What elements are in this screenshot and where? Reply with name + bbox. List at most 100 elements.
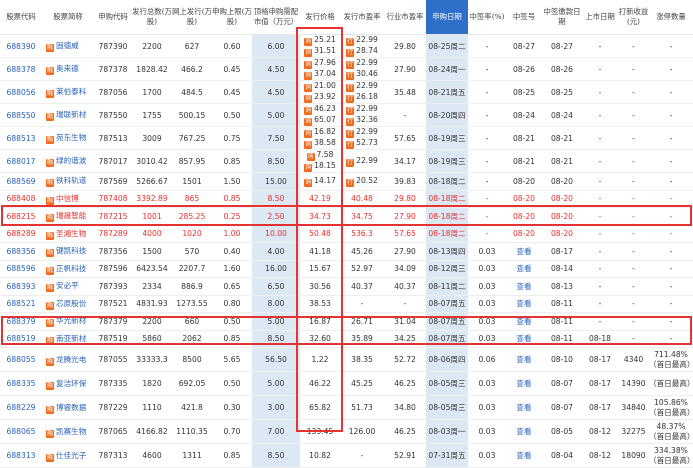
stock-code[interactable]: 688379 bbox=[0, 312, 42, 331]
winning-number[interactable]: 查看 bbox=[506, 260, 542, 278]
winning-number[interactable]: 查看 bbox=[506, 371, 542, 396]
header-cell[interactable]: 申购代码 bbox=[94, 0, 132, 35]
stock-code[interactable]: 688408 bbox=[0, 190, 42, 208]
header-cell[interactable]: 涨停数量 bbox=[649, 0, 693, 35]
header-cell[interactable]: 中签率(%) bbox=[468, 0, 506, 35]
header-cell[interactable]: 中签缴款日期 bbox=[542, 0, 582, 35]
stock-name[interactable]: 融铁科轨道 bbox=[42, 172, 94, 191]
winning-number[interactable]: 查看 bbox=[506, 277, 542, 296]
stock-name[interactable]: 融复洁环保 bbox=[42, 371, 94, 396]
header-cell[interactable]: 发行总数(万股) bbox=[132, 0, 172, 35]
stock-name-text[interactable]: 莱伯泰科 bbox=[56, 87, 86, 96]
table-row[interactable]: 688379 融华光新材 787379 2200 660 0.50 5.00 16.87 26.… bbox=[0, 312, 693, 331]
stock-name-text[interactable]: 仕佳光子 bbox=[56, 451, 86, 460]
table-row[interactable]: 688519 融南亚新材 787519 5860 2062 0.85 8.50 32.60 35… bbox=[0, 330, 693, 348]
winning-number[interactable]: 查看 bbox=[506, 312, 542, 331]
table-row[interactable]: 688521 融芯原股份 787521 4831.93 1273.55 0.80 8.00 3… bbox=[0, 295, 693, 313]
winning-number[interactable]: 查看 bbox=[506, 242, 542, 261]
stock-code[interactable]: 688550 bbox=[0, 103, 42, 127]
table-row[interactable]: 688408 融中信博 787408 3392.89 865 0.85 8.50 42.19 4… bbox=[0, 190, 693, 208]
header-cell[interactable]: 股票代码 bbox=[0, 0, 42, 35]
stock-name-text[interactable]: 安必平 bbox=[56, 281, 79, 290]
stock-code[interactable]: 688569 bbox=[0, 172, 42, 191]
stock-code[interactable]: 688390 bbox=[0, 34, 42, 58]
stock-name-text[interactable]: 苑东生物 bbox=[56, 133, 86, 142]
stock-name-text[interactable]: 固德威 bbox=[56, 41, 79, 50]
header-cell-sorted[interactable]: 申购日期 bbox=[426, 0, 468, 35]
stock-name-text[interactable]: 复洁环保 bbox=[56, 379, 86, 388]
stock-code[interactable]: 688335 bbox=[0, 371, 42, 396]
stock-name[interactable]: 融奥来德 bbox=[42, 57, 94, 81]
table-row[interactable]: 688335 融复洁环保 787335 1820 692.05 0.50 5.00 46.22… bbox=[0, 371, 693, 396]
stock-name-text[interactable]: 南亚新材 bbox=[56, 334, 86, 343]
stock-name[interactable]: 融龙腾光电 bbox=[42, 347, 94, 372]
stock-code[interactable]: 688215 bbox=[0, 207, 42, 226]
header-cell[interactable]: 中签号 bbox=[506, 0, 542, 35]
stock-code[interactable]: 688056 bbox=[0, 80, 42, 104]
stock-code[interactable]: 688519 bbox=[0, 330, 42, 348]
header-cell[interactable]: 行业市盈率 bbox=[384, 0, 426, 35]
stock-name-text[interactable]: 瑞联新材 bbox=[56, 110, 86, 119]
stock-name[interactable]: 融仕佳光子 bbox=[42, 443, 94, 468]
stock-name[interactable]: 融中信博 bbox=[42, 190, 94, 208]
table-row[interactable]: 688289 融圣湘生物 787289 4000 1020 1.00 10.00 50.48 5… bbox=[0, 225, 693, 243]
stock-name[interactable]: 融正帆科技 bbox=[42, 260, 94, 278]
stock-code[interactable]: 688521 bbox=[0, 295, 42, 313]
stock-name[interactable]: 融华光新材 bbox=[42, 312, 94, 331]
header-cell[interactable]: 网上发行(万股) bbox=[172, 0, 212, 35]
header-cell[interactable]: 打新收益(元) bbox=[618, 0, 649, 35]
stock-name[interactable]: 融博睿数据 bbox=[42, 395, 94, 420]
stock-name[interactable]: 融安必平 bbox=[42, 277, 94, 296]
table-row[interactable]: 688393 融安必平 787393 2334 886.9 0.65 6.50 30.56 40… bbox=[0, 277, 693, 296]
stock-code[interactable]: 688356 bbox=[0, 242, 42, 261]
header-cell[interactable]: 顶格申购需配市值（万元） bbox=[252, 0, 300, 35]
stock-name-text[interactable]: 中信博 bbox=[56, 194, 79, 203]
stock-code[interactable]: 688596 bbox=[0, 260, 42, 278]
table-row[interactable]: 688378 融奥来德 787378 1828.42 466.2 0.45 4.50 询 27.… bbox=[0, 57, 693, 81]
header-cell[interactable]: 上市日期 bbox=[582, 0, 618, 35]
table-row[interactable]: 688513 融苑东生物 787513 3009 767.25 0.75 7.50 询 16.8… bbox=[0, 126, 693, 150]
table-row[interactable]: 688056 融莱伯泰科 787056 1700 484.5 0.45 4.50 询 21.00… bbox=[0, 80, 693, 104]
table-row[interactable]: 688356 融键凯科技 787356 1500 570 0.40 4.00 41.18 45.… bbox=[0, 242, 693, 261]
stock-name[interactable]: 融瑞晟智能 bbox=[42, 207, 94, 226]
table-row[interactable]: 688017 融绿的谐波 787017 3010.42 857.95 0.85 8.50 询 7… bbox=[0, 149, 693, 173]
winning-number[interactable]: 查看 bbox=[506, 443, 542, 468]
stock-code[interactable]: 688393 bbox=[0, 277, 42, 296]
stock-code[interactable]: 688017 bbox=[0, 149, 42, 173]
stock-name-text[interactable]: 华光新材 bbox=[56, 316, 86, 325]
stock-name[interactable]: 融圣湘生物 bbox=[42, 225, 94, 243]
stock-name-text[interactable]: 绿的谐波 bbox=[56, 156, 86, 165]
stock-code[interactable]: 688229 bbox=[0, 395, 42, 420]
table-row[interactable]: 688390 融固德威 787390 2200 627 0.60 6.00 询 25.21 询 31… bbox=[0, 34, 693, 58]
stock-name-text[interactable]: 瑞晟智能 bbox=[56, 211, 86, 220]
stock-name-text[interactable]: 键凯科技 bbox=[56, 246, 86, 255]
stock-name-text[interactable]: 铁科轨道 bbox=[56, 176, 86, 185]
stock-name-text[interactable]: 奥来德 bbox=[56, 64, 79, 73]
stock-name[interactable]: 融固德威 bbox=[42, 34, 94, 58]
stock-name[interactable]: 融苑东生物 bbox=[42, 126, 94, 150]
stock-name[interactable]: 融键凯科技 bbox=[42, 242, 94, 261]
header-cell[interactable]: 申购上限(万股) bbox=[212, 0, 252, 35]
header-cell[interactable]: 发行市盈率 bbox=[340, 0, 384, 35]
header-cell[interactable]: 发行价格 bbox=[300, 0, 340, 35]
table-row[interactable]: 688313 融仕佳光子 787313 4600 1311 0.85 8.50 10.82-5… bbox=[0, 443, 693, 468]
stock-name-text[interactable]: 博睿数据 bbox=[56, 403, 86, 412]
stock-name-text[interactable]: 芯原股份 bbox=[56, 299, 86, 308]
winning-number[interactable]: 查看 bbox=[506, 395, 542, 420]
stock-code[interactable]: 688513 bbox=[0, 126, 42, 150]
stock-name[interactable]: 融瑞联新材 bbox=[42, 103, 94, 127]
table-row[interactable]: 688229 融博睿数据 787229 1110 421.8 0.30 3.00 65.82 5… bbox=[0, 395, 693, 420]
stock-code[interactable]: 688313 bbox=[0, 443, 42, 468]
table-row[interactable]: 688215 融瑞晟智能 787215 1001 285.25 0.25 2.50 34.73… bbox=[0, 207, 693, 226]
winning-number[interactable]: 查看 bbox=[506, 295, 542, 313]
stock-code[interactable]: 688289 bbox=[0, 225, 42, 243]
stock-name[interactable]: 融南亚新材 bbox=[42, 330, 94, 348]
winning-number[interactable]: 查看 bbox=[506, 347, 542, 372]
table-row[interactable]: 688055 融龙腾光电 787055 33333.3 8500 5.65 56.50 1.2… bbox=[0, 347, 693, 372]
table-row[interactable]: 688569 融铁科轨道 787569 5266.67 1501 1.50 15.00 询 14… bbox=[0, 172, 693, 191]
winning-number[interactable]: 查看 bbox=[506, 330, 542, 348]
stock-name[interactable]: 融绿的谐波 bbox=[42, 149, 94, 173]
stock-name[interactable]: 融芯原股份 bbox=[42, 295, 94, 313]
stock-code[interactable]: 688055 bbox=[0, 347, 42, 372]
stock-name-text[interactable]: 圣湘生物 bbox=[56, 229, 86, 238]
